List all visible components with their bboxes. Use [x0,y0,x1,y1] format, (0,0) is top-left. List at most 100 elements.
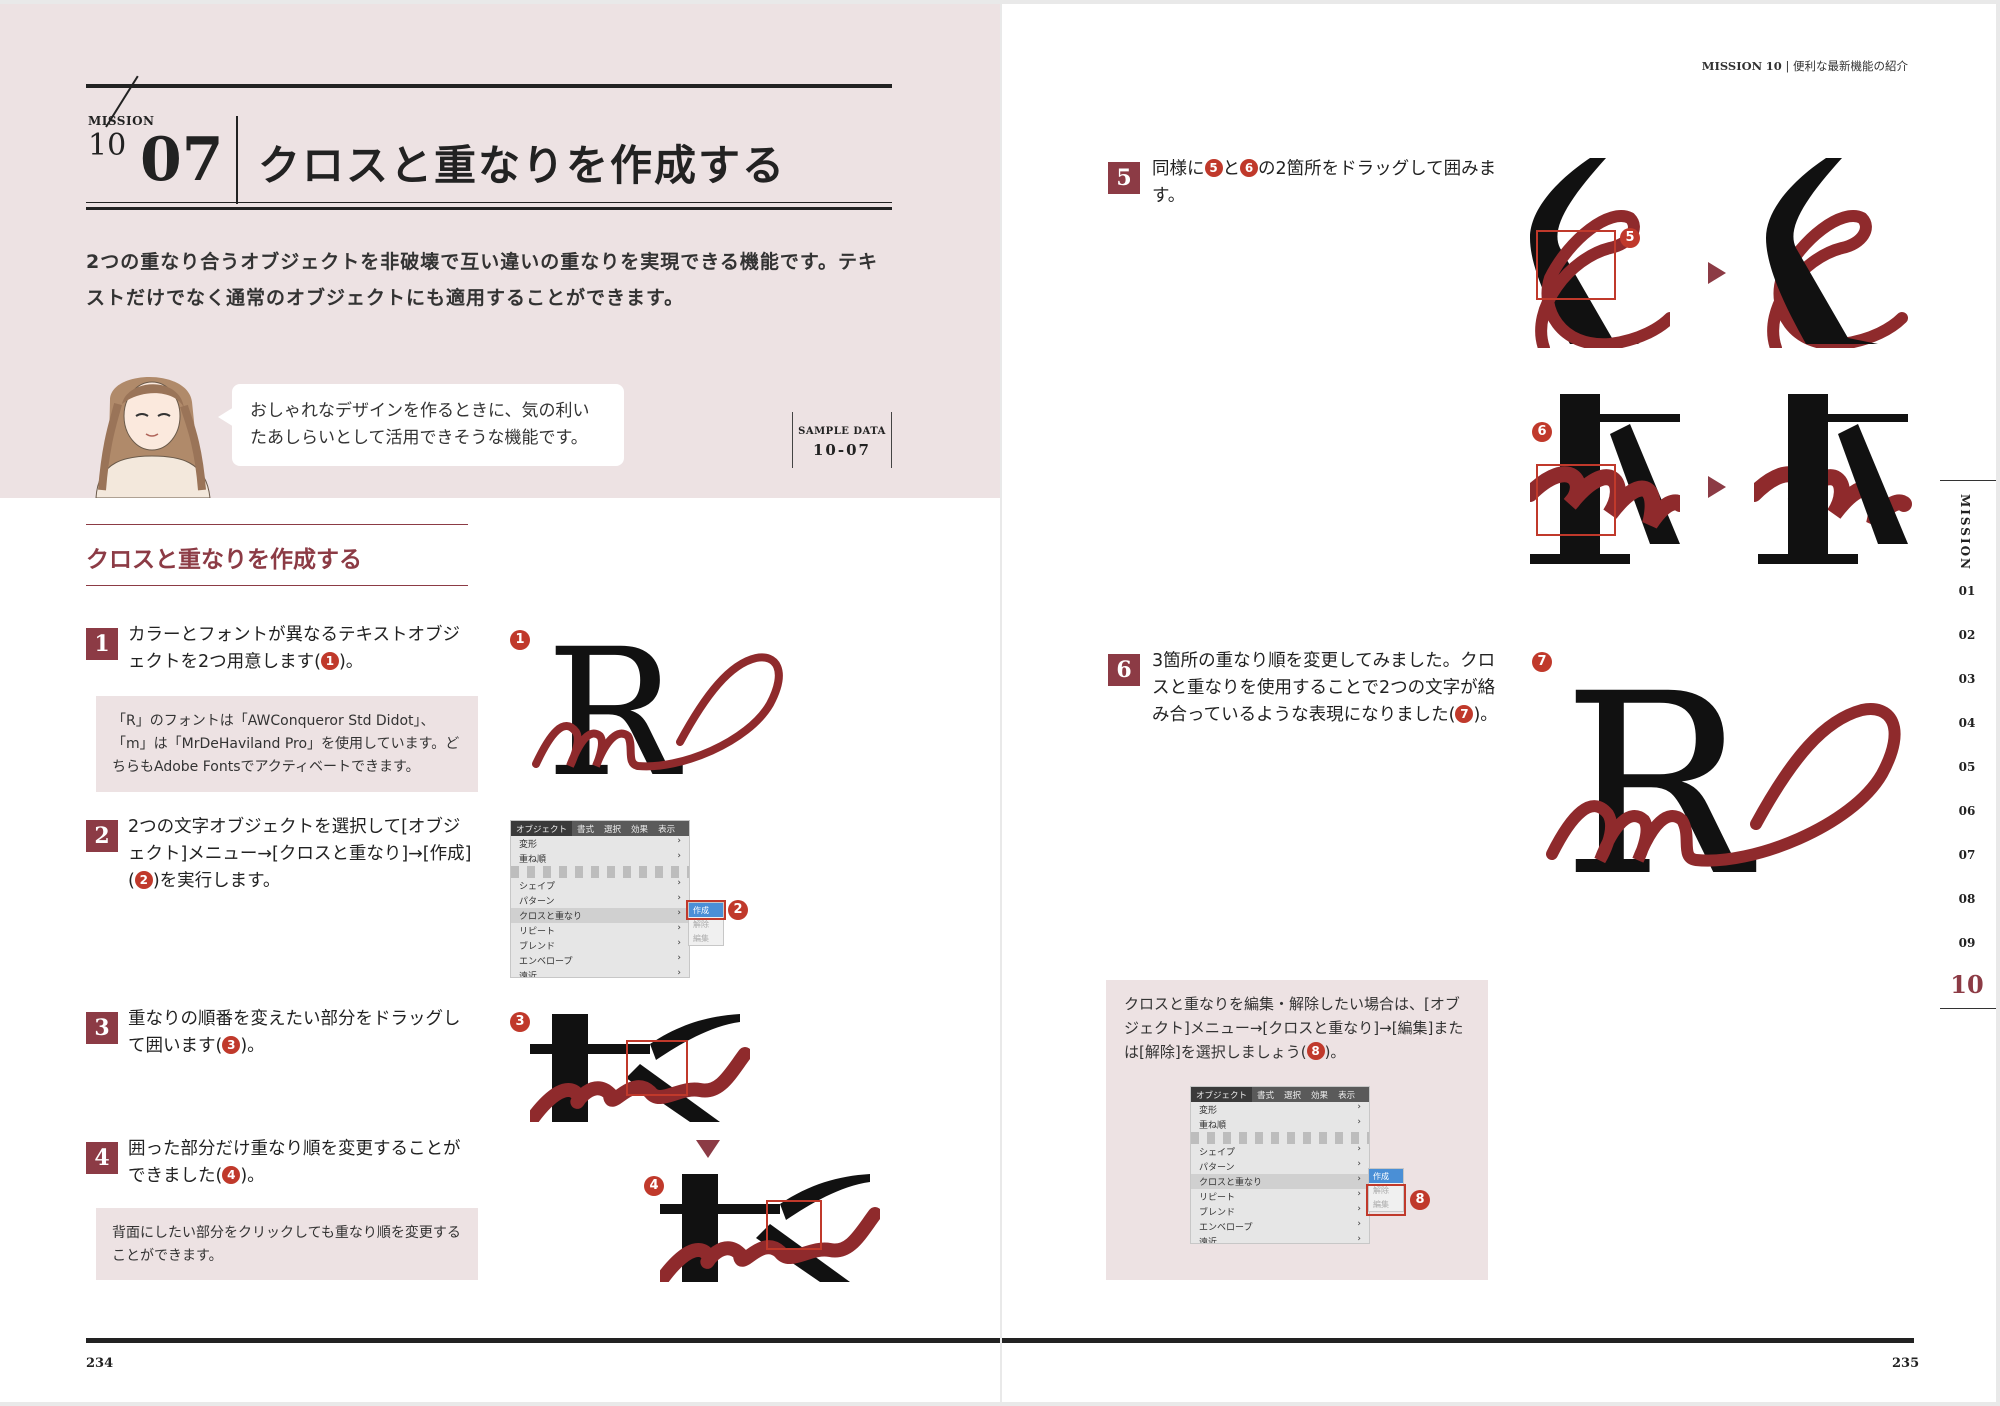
menu-item-envelope[interactable]: エンベロープ › [1191,1219,1369,1234]
footer-rule [86,1338,1000,1343]
menu-item-arrange[interactable]: 重ね順 › [511,851,689,866]
menu-item-pattern[interactable]: パターン › [511,893,689,908]
edit-note-text-b: )。 [1324,1043,1346,1061]
menu-item-perspective[interactable]: 遠近 › [511,968,689,977]
menu-bar-view[interactable]: 表示 [1333,1087,1360,1102]
selection-box-6 [1536,464,1616,536]
menu-item-shape[interactable]: シェイプ › [511,878,689,893]
menu-bar-object[interactable]: オブジェクト [1191,1087,1253,1102]
step-4-text-a: 囲った部分だけ重なり順を変更することができました( [128,1139,461,1186]
step-6-text: 3箇所の重なり順を変更してみました。クロスと重なりを使用することで2つの文字が絡… [1152,648,1498,729]
tab-06[interactable]: 06 [1940,804,1994,818]
submenu-edit[interactable]: 編集 [689,931,723,945]
menu-item-label: パターン [1199,1163,1235,1173]
menu-item-intertwine[interactable]: クロスと重なり › [1191,1174,1369,1189]
menu-item-repeat[interactable]: リピート › [511,923,689,938]
figure-1-letters: R [532,624,783,794]
tab-01[interactable]: 01 [1940,584,1994,598]
down-arrow-icon [696,1140,720,1158]
menu-item-label: ブレンド [1199,1208,1236,1218]
section-heading: クロスと重なりを作成する [86,524,468,586]
figure-6-after [1754,394,1912,564]
page-title: クロスと重なりを作成する [258,141,787,190]
tabs-mission-label: MISSION [1958,494,1972,571]
tab-09[interactable]: 09 [1940,936,1994,950]
running-head-title: 便利な最新機能の紹介 [1793,59,1908,73]
menu-item-arrange[interactable]: 重ね順 › [1191,1117,1369,1132]
menu-bar-object[interactable]: オブジェクト [511,821,573,836]
menu-item-label: エンベロープ [1199,1223,1253,1233]
fonts-note: 「R」のフォントは「AWConqueror Std Didot」、「m」は「Mr… [96,696,478,792]
menu-bar-effect[interactable]: 効果 [626,821,653,836]
tab-05[interactable]: 05 [1940,760,1994,774]
menu-bar-type[interactable]: 書式 [1252,1087,1279,1102]
menu-bar-effect[interactable]: 効果 [1306,1087,1333,1102]
page-number: 234 [86,1356,114,1371]
chevron-right-icon: › [677,908,681,918]
tab-04[interactable]: 04 [1940,716,1994,730]
menu-item-pattern[interactable]: パターン › [1191,1159,1369,1174]
tab-10-active[interactable]: 10 [1940,970,1994,999]
menu-item-label: シェイプ [519,882,556,892]
step-3-badge: 3 [86,1012,118,1044]
header-rule-bottom [86,207,892,210]
menu-item-repeat[interactable]: リピート › [1191,1189,1369,1204]
menu-item-transform[interactable]: 変形 › [1191,1102,1369,1117]
menu-item-intertwine[interactable]: クロスと重なり › [511,908,689,923]
step-3-text: 重なりの順番を変えたい部分をドラッグして囲います(3)。 [128,1006,473,1060]
menu-bar-select[interactable]: 選択 [1279,1087,1306,1102]
figure-marker-5: 5 [1620,228,1640,248]
menu-bar-select[interactable]: 選択 [599,821,626,836]
menu-item-label: クロスと重なり [1199,1178,1263,1188]
submenu-make[interactable]: 作成 [1369,1169,1403,1183]
edit-note-text-a: クロスと重なりを編集・解除したい場合は、[オブジェクト]メニュー→[クロスと重な… [1124,995,1464,1061]
menu-item-blend[interactable]: ブレンド › [1191,1204,1369,1219]
tab-08[interactable]: 08 [1940,892,1994,906]
figure-5-after [1766,158,1908,348]
right-page: MISSION 10 | 便利な最新機能の紹介 5 同様に 5 と 6 の2箇所をドラッ… [1002,4,1996,1402]
tabs-bottom-rule [1940,1008,1996,1009]
step-2-text: 2つの文字オブジェクトを選択して[オブジェクト]メニュー→[クロスと重なり]→[… [128,814,473,895]
tab-03[interactable]: 03 [1940,672,1994,686]
menu-item-blend[interactable]: ブレンド › [511,938,689,953]
menu-item-envelope[interactable]: エンベロープ › [511,953,689,968]
step-1-text-b: )。 [338,652,364,672]
chevron-right-icon: › [1357,1102,1361,1112]
step-5-badge: 5 [1108,162,1140,194]
figure-marker-2: 2 [728,900,748,920]
menu-item-shape[interactable]: シェイプ › [1191,1144,1369,1159]
right-arrow-icon [1708,262,1726,284]
step-4-text-b: )。 [240,1166,265,1186]
menu-item-perspective[interactable]: 遠近 › [1191,1234,1369,1244]
step-3-text-a: 重なりの順番を変えたい部分をドラッグして囲います( [128,1009,461,1056]
marker-3-inline: 3 [222,1036,241,1054]
right-arrow-icon [1708,476,1726,498]
left-page: MISSION 10 07 クロスと重なりを作成する 2つの重なり合うオブジェク… [0,4,1000,1402]
step-1-badge: 1 [86,628,118,660]
menu-item-label: クロスと重なり [519,912,583,922]
tab-07[interactable]: 07 [1940,848,1994,862]
tab-02[interactable]: 02 [1940,628,1994,642]
menu-item-transform[interactable]: 変形 › [511,836,689,851]
menu-item-label: 変形 [519,840,538,850]
menu-item-label: シェイプ [1199,1148,1236,1158]
running-head-mission: MISSION [1701,59,1763,73]
step-1-text: カラーとフォントが異なるテキストオブジェクトを2つ用意します(1)。 [128,622,473,676]
title-divider [236,116,238,204]
chevron-right-icon: › [1357,1144,1361,1154]
header-top-rule [86,84,892,88]
menu-item-label: リピート [519,927,556,937]
chevron-right-icon: › [1357,1174,1361,1184]
menu-bar: オブジェクト 書式 選択 効果 表示 [1191,1087,1369,1102]
menu-item-label: 変形 [1199,1106,1218,1116]
menu-cut-edge [1191,1132,1369,1144]
menu-bar-type[interactable]: 書式 [572,821,599,836]
intro-text: 2つの重なり合うオブジェクトを非破壊で互い違いの重なりを実現できる機能です。テキ… [86,251,878,309]
sample-data-number: 10-07 [813,441,871,459]
menu-item-label: 遠近 [1199,1238,1218,1244]
menu-bar-view[interactable]: 表示 [653,821,680,836]
step-3-text-b: )。 [240,1036,265,1056]
step-2-badge: 2 [86,820,118,852]
mission-number: 10 [88,128,127,163]
figure-marker-3: 3 [510,1012,530,1032]
